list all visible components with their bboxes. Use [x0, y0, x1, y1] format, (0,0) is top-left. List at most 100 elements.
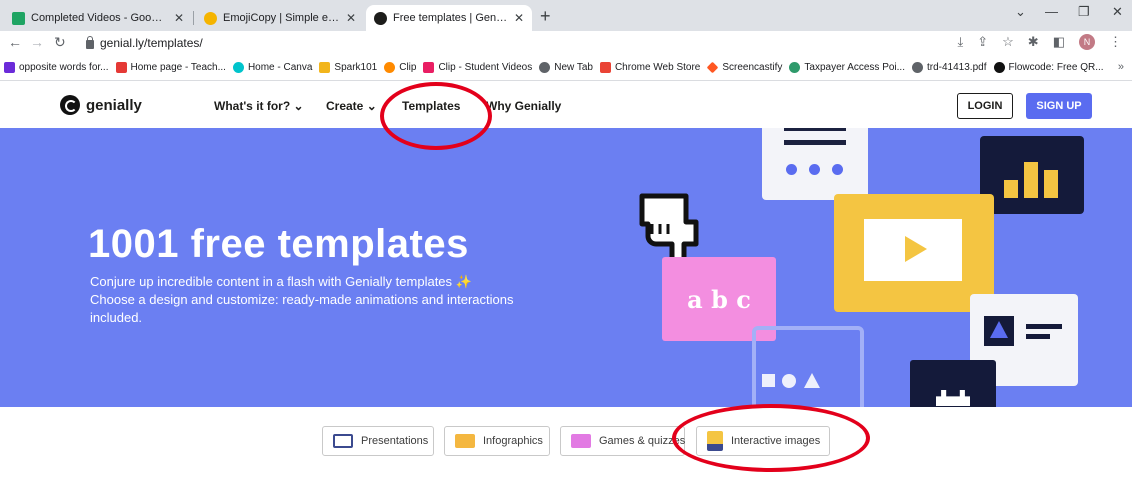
infographic-icon — [455, 434, 475, 448]
genially-icon — [374, 11, 387, 25]
hero-description-line: Conjure up incredible content in a flash… — [90, 274, 472, 289]
document-card-illustration — [762, 128, 868, 200]
bookmark-favicon-icon — [4, 62, 15, 73]
bookmark-item[interactable]: Clip — [384, 62, 416, 73]
video-card-illustration — [834, 194, 994, 312]
bookmark-label: Home page - Teach... — [130, 62, 226, 73]
bookmark-favicon-icon — [384, 62, 396, 73]
back-arrow-icon[interactable]: ← — [8, 34, 22, 50]
globe-icon — [912, 62, 923, 73]
tab-search-icon[interactable]: ⌄ — [1015, 4, 1026, 20]
bookmark-label: Clip — [399, 62, 417, 73]
bookmark-label: trd-41413.pdf — [927, 62, 987, 73]
game-card-illustration — [910, 360, 996, 407]
bookmark-label: Home - Canva — [247, 62, 313, 73]
close-tab-icon[interactable]: ✕ — [346, 11, 356, 25]
emoji-icon — [204, 11, 217, 25]
flowcode-icon — [993, 62, 1005, 73]
canva-icon — [232, 62, 244, 73]
browser-tab-strip: Completed Videos - Google Drive ✕ EmojiC… — [0, 0, 1132, 31]
screenshot-root: Completed Videos - Google Drive ✕ EmojiC… — [0, 0, 1132, 478]
bookmark-label: Taxpayer Access Poi... — [804, 62, 905, 73]
bookmark-item[interactable]: Flowcode: Free QR... — [993, 62, 1104, 73]
bookmark-item[interactable]: opposite words for... — [4, 62, 109, 73]
bookmark-favicon-icon — [789, 62, 801, 73]
share-icon[interactable]: ⇪ — [977, 34, 988, 50]
extensions-puzzle-icon[interactable]: ✱ — [1028, 34, 1039, 50]
browser-toolbar: ← → ↻ genial.ly/templates/ ⤓ ⇪ ☆ ✱ ◧ N ⋮ — [0, 31, 1132, 55]
hero-title: 1001 free templates — [88, 222, 469, 266]
hero-description-line: Choose a design and customize: ready-mad… — [90, 292, 514, 307]
bookmark-item[interactable]: Clip - Student Videos — [423, 62, 532, 73]
bookmark-label: Flowcode: Free QR... — [1008, 62, 1104, 73]
category-games-quizzes[interactable]: Games & quizzes — [560, 426, 685, 456]
gamepad-icon — [571, 434, 591, 448]
category-presentations[interactable]: Presentations — [322, 426, 434, 456]
tab-emojicopy[interactable]: EmojiCopy | Simple emoji copy and paste … — [196, 5, 364, 31]
toolbar-icons: ⤓ ⇪ ☆ ✱ ◧ N ⋮ — [957, 34, 1122, 50]
tab-google-drive[interactable]: Completed Videos - Google Drive ✕ — [4, 5, 192, 31]
forward-arrow-icon[interactable]: → — [30, 34, 44, 50]
site-header: genially What's it for? ⌄ Create ⌄ Templ… — [0, 82, 1132, 128]
bookmark-item[interactable]: trd-41413.pdf — [912, 62, 987, 73]
bookmark-label: Spark101 — [334, 62, 378, 73]
tab-divider — [193, 11, 194, 25]
play-icon — [905, 236, 927, 262]
logo-text: genially — [86, 96, 142, 114]
bookmark-label: opposite words for... — [19, 62, 109, 73]
genially-logo[interactable]: genially — [60, 95, 142, 115]
profile-avatar[interactable]: N — [1079, 34, 1095, 50]
web-store-icon — [599, 62, 611, 73]
globe-icon — [539, 62, 551, 73]
bookmark-favicon-icon — [423, 62, 435, 73]
bookmark-item[interactable]: Chrome Web Store — [599, 62, 701, 73]
nav-why-genially[interactable]: Why Genially — [486, 99, 561, 113]
close-tab-icon[interactable]: ✕ — [174, 11, 184, 25]
menu-kebab-icon[interactable]: ⋮ — [1109, 34, 1122, 50]
bookmark-label: Chrome Web Store — [614, 62, 701, 73]
annotation-circle-templates — [380, 82, 492, 150]
side-panel-icon[interactable]: ◧ — [1053, 34, 1065, 50]
maximize-button[interactable]: ❐ — [1078, 4, 1090, 20]
nav-whats-it-for[interactable]: What's it for? ⌄ — [214, 99, 304, 113]
lock-icon — [86, 35, 94, 49]
close-tab-icon[interactable]: ✕ — [514, 11, 524, 25]
bookmark-item[interactable]: Home page - Teach... — [115, 62, 226, 73]
bookmark-favicon-icon — [115, 62, 127, 73]
bookmark-label: New Tab — [554, 62, 593, 73]
bookmark-item[interactable]: Taxpayer Access Poi... — [789, 62, 905, 73]
login-button[interactable]: LOGIN — [957, 93, 1013, 119]
bar-chart-card-illustration — [980, 136, 1084, 214]
bookmark-item[interactable]: Home - Canva — [232, 62, 313, 73]
category-label: Presentations — [361, 435, 429, 447]
hero-description-line: included. — [90, 310, 143, 325]
signup-button[interactable]: SIGN UP — [1026, 93, 1092, 119]
bookmark-label: Clip - Student Videos — [438, 62, 533, 73]
genially-logo-icon — [60, 95, 80, 115]
category-infographics[interactable]: Infographics — [444, 426, 550, 456]
close-window-button[interactable]: ✕ — [1112, 4, 1123, 20]
bookmark-item[interactable]: New Tab — [539, 62, 593, 73]
minimize-button[interactable]: — — [1045, 4, 1058, 19]
bookmark-item[interactable]: Screencastify — [707, 61, 783, 74]
screencastify-icon — [707, 61, 719, 74]
tab-title: EmojiCopy | Simple emoji copy and paste — [223, 12, 340, 24]
bookmarks-bar: opposite words for... Home page - Teach.… — [0, 55, 1132, 81]
bookmark-favicon-icon — [319, 62, 331, 73]
new-tab-button[interactable]: + — [540, 6, 551, 26]
more-bookmarks-icon[interactable]: » — [1118, 61, 1124, 73]
url-text: genial.ly/templates/ — [100, 36, 203, 50]
category-label: Infographics — [483, 435, 543, 447]
address-bar[interactable]: genial.ly/templates/ — [86, 32, 986, 54]
tab-title: Free templates | Genially — [393, 12, 508, 24]
bookmark-label: Screencastify — [722, 62, 783, 73]
google-drive-icon — [12, 11, 25, 25]
bookmark-item[interactable]: Spark101 — [319, 62, 377, 73]
bookmark-star-icon[interactable]: ☆ — [1002, 34, 1014, 50]
nav-create[interactable]: Create ⌄ — [326, 99, 377, 113]
reload-icon[interactable]: ↻ — [54, 34, 66, 51]
shapes-card-illustration — [752, 326, 864, 407]
install-app-icon[interactable]: ⤓ — [957, 34, 963, 50]
tab-genially[interactable]: Free templates | Genially ✕ — [366, 5, 532, 31]
tab-title: Completed Videos - Google Drive — [31, 12, 168, 24]
